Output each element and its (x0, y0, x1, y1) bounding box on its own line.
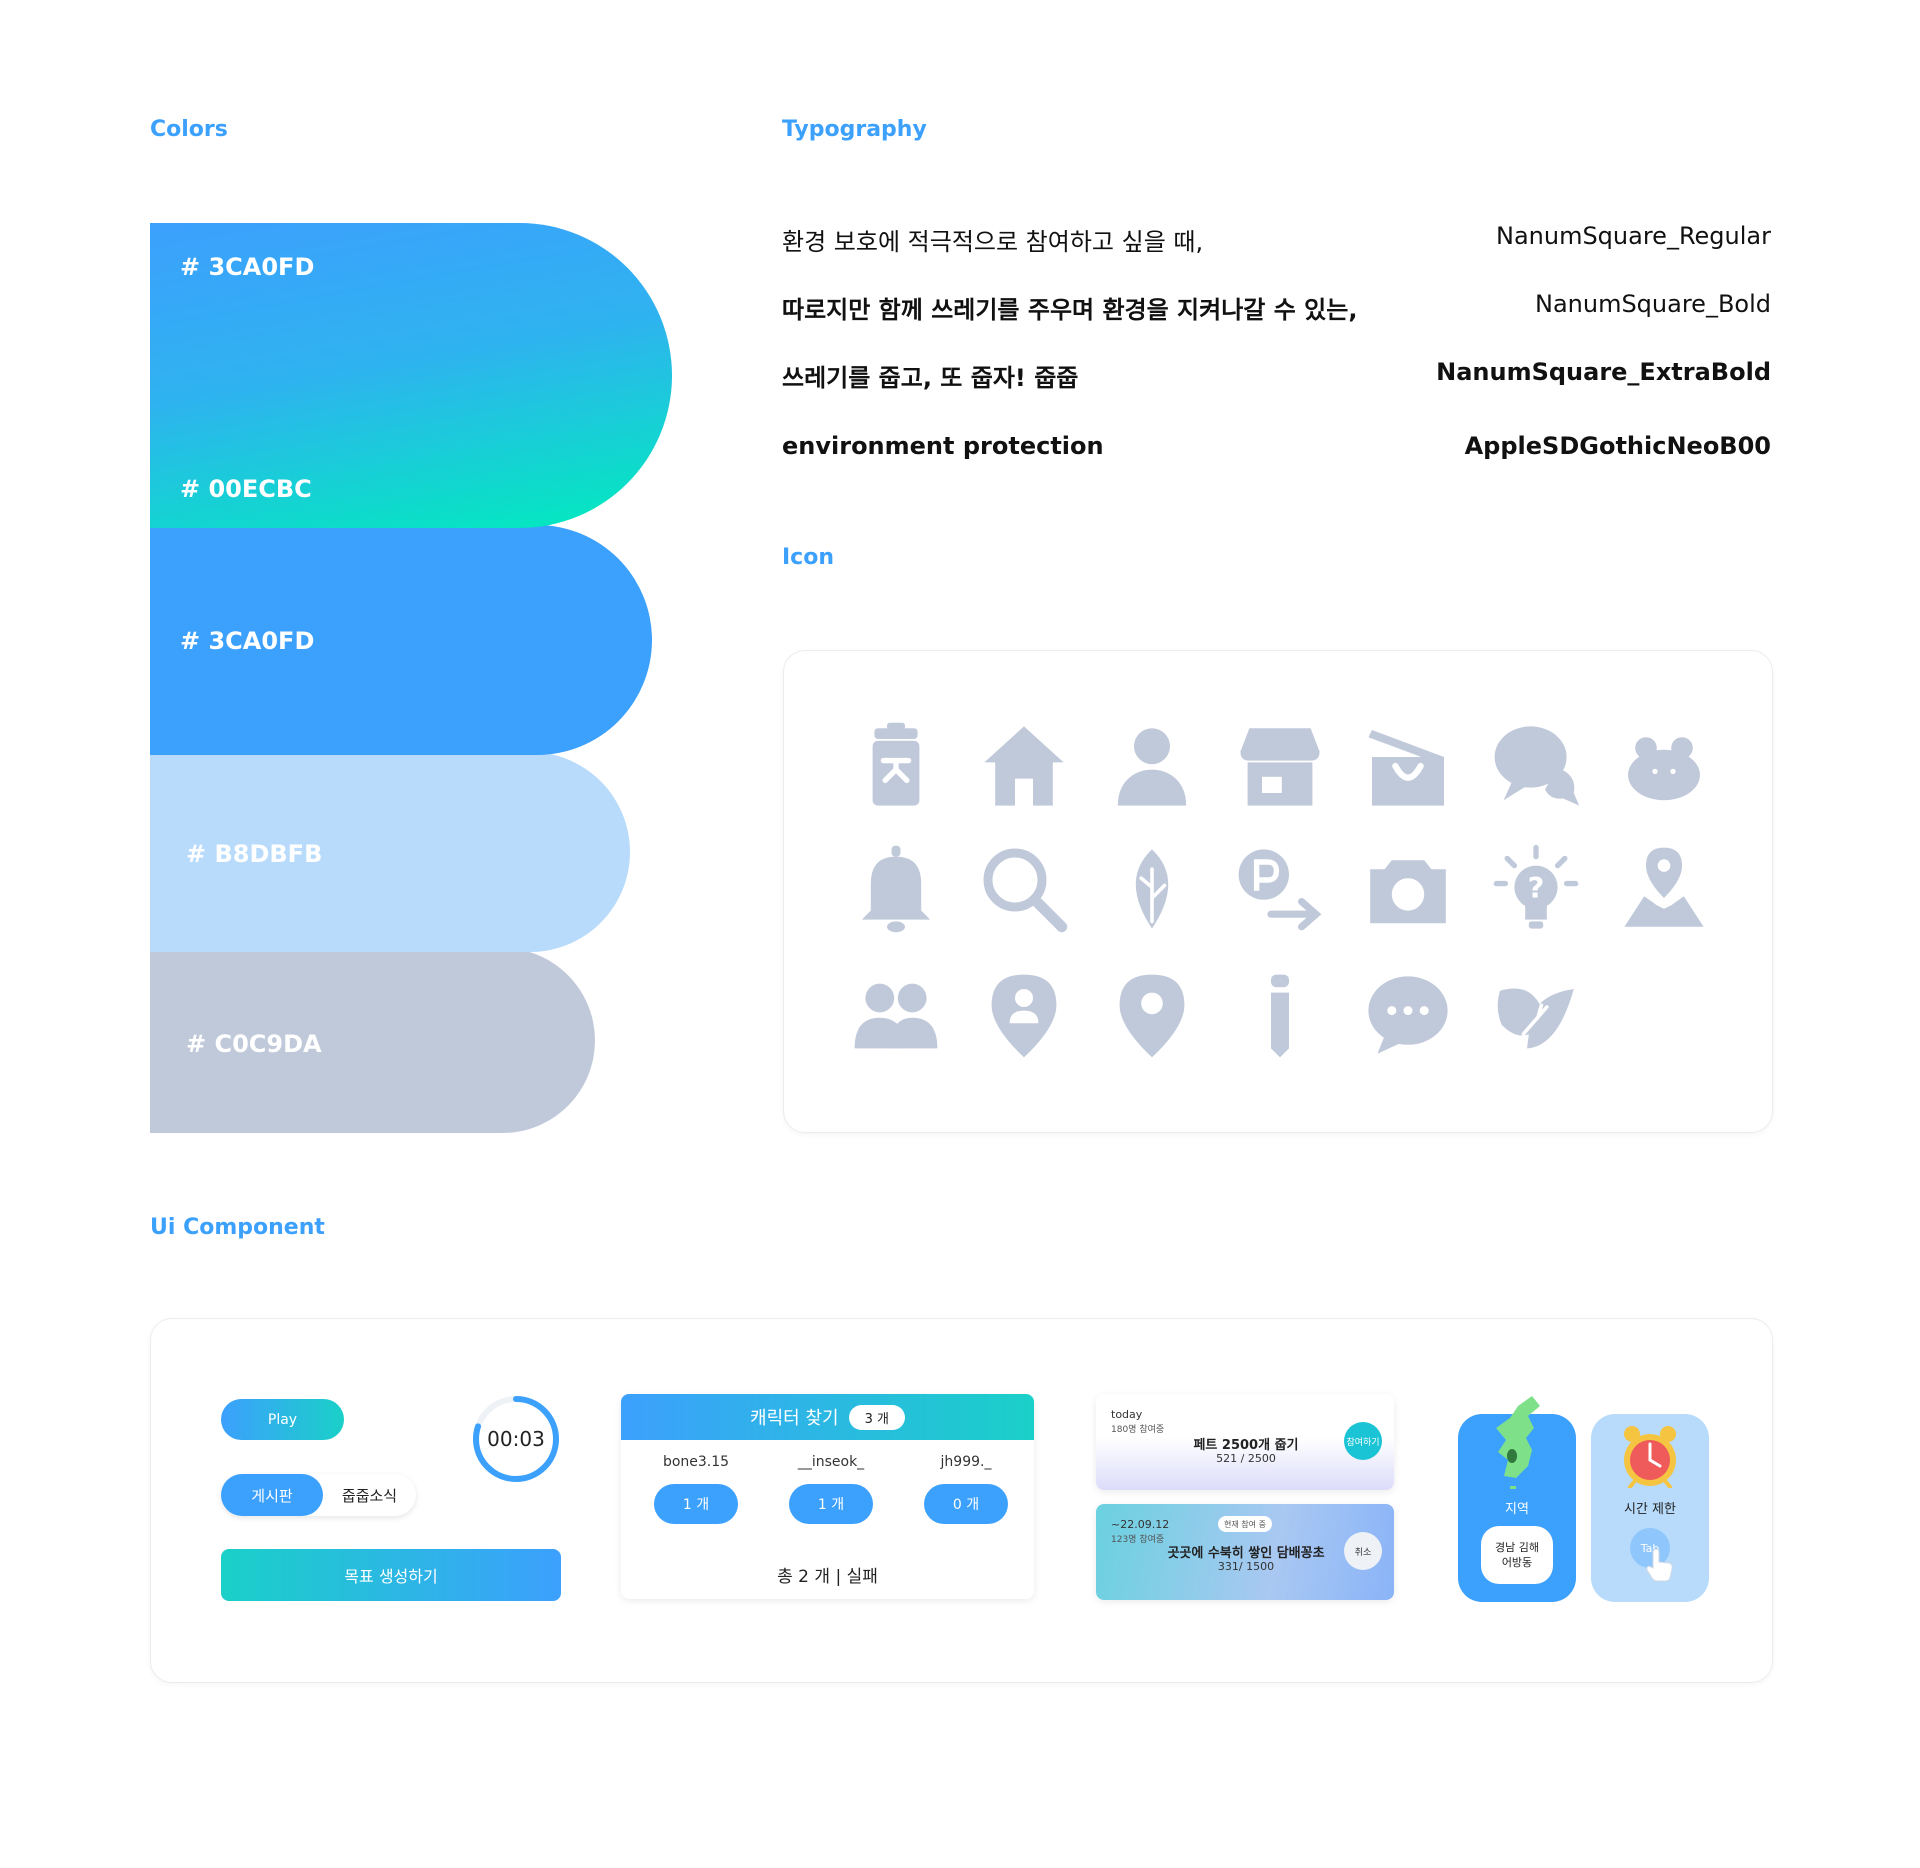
frog-icon (1614, 716, 1714, 816)
camera-icon (1358, 839, 1458, 939)
bell-icon (846, 839, 946, 939)
character-count-button[interactable]: 0 개 (924, 1484, 1008, 1524)
typo-sample-regular: 환경 보호에 적극적으로 참여하고 싶을 때, (782, 228, 1204, 256)
search-icon (974, 839, 1074, 939)
ui-component-title: Ui Component (150, 1215, 325, 1240)
user-icon (1102, 716, 1202, 816)
challenge-label: today (1111, 1408, 1143, 1421)
store-icon (1230, 716, 1330, 816)
segment-news[interactable]: 줍줍소식 (323, 1474, 416, 1516)
character-total: 총 2 개 | 실패 (777, 1567, 878, 1587)
home-icon (974, 716, 1074, 816)
region-dong: 어방동 (1501, 1556, 1533, 1569)
swatch-hex-primary: # 3CA0FD (180, 253, 315, 281)
challenge-card-ongoing[interactable]: ~22.09.12 123명 참여중 현재 참여 중 곳곳에 수북히 쌓인 담배… (1096, 1504, 1394, 1600)
info-icon (1230, 966, 1330, 1066)
color-swatch-primary: # 3CA0FD (150, 525, 652, 755)
challenge-progress: 331/ 1500 (1217, 1560, 1275, 1573)
character-column: jh999._ 0 개 (911, 1454, 1021, 1524)
play-button[interactable]: Play (221, 1399, 344, 1440)
swatch-hex-light: # B8DBFB (186, 840, 323, 868)
character-find-card: 캐릭터 찾기 3 개 bone3.15 1 개 __inseok_ 1 개 jh… (621, 1394, 1034, 1599)
typo-font-english: AppleSDGothicNeoB00 (1464, 432, 1771, 460)
color-swatch-light: # B8DBFB (150, 752, 630, 952)
alarm-clock-icon (1624, 1426, 1676, 1488)
svg-text:?: ? (1528, 871, 1545, 905)
typo-sample-english: environment protection (782, 432, 1104, 460)
challenge-card-today[interactable]: today 180명 참여중 페트 2500개 줍기 521 / 2500 참여… (1096, 1394, 1394, 1490)
region-tile[interactable]: 지역 경남 김해 어방동 (1458, 1396, 1576, 1602)
character-column: bone3.15 1 개 (641, 1454, 751, 1524)
typography-title: Typography (782, 117, 927, 142)
segment-control[interactable]: 게시판 줍줍소식 (221, 1474, 416, 1516)
group-icon (846, 966, 946, 1066)
character-user-name: bone3.15 (662, 1454, 730, 1470)
leaf-icon (1102, 839, 1202, 939)
map-pin-icon (1614, 839, 1714, 939)
hand-pointer-icon (1646, 1548, 1673, 1582)
korea-map-icon (1496, 1396, 1540, 1489)
timer-text: 00:03 (487, 1427, 545, 1451)
character-count-button[interactable]: 1 개 (789, 1484, 873, 1524)
character-column: __inseok_ 1 개 (776, 1454, 886, 1524)
character-find-header: 캐릭터 찾기 3 개 (621, 1394, 1034, 1440)
typo-font-bold: NanumSquare_Bold (1534, 290, 1771, 318)
color-swatch-gradient: # 3CA0FD # 00ECBC (150, 223, 672, 528)
color-swatch-gray: # C0C9DA (150, 948, 595, 1133)
character-user-name: jh999._ (940, 1454, 992, 1470)
icon-card: ? (783, 650, 1773, 1133)
segment-board[interactable]: 게시판 (221, 1474, 323, 1516)
create-goal-button[interactable]: 목표 생성하기 (221, 1549, 561, 1601)
time-limit-tile[interactable]: 시간 제한 Tab (1591, 1414, 1709, 1602)
location-pin-icon (1102, 966, 1202, 1066)
point-arrow-icon (1230, 839, 1330, 939)
region-value: 경남 김해 어방동 (1481, 1526, 1553, 1584)
character-count-badge: 3 개 (848, 1404, 905, 1430)
challenge-title: 곳곳에 수북히 쌓인 담배꽁초 (1167, 1546, 1325, 1561)
icon-title: Icon (782, 545, 835, 570)
chat-dots-icon (1358, 966, 1458, 1066)
typo-sample-extrabold: 쓰레기를 줍고, 또 줍자! 줍줍 (782, 364, 1079, 392)
sprout-icon (1486, 966, 1586, 1066)
typo-font-extrabold: NanumSquare_ExtraBold (1436, 358, 1771, 386)
time-limit-label: 시간 제한 (1624, 1502, 1676, 1517)
swatch-hex-gray: # C0C9DA (186, 1030, 322, 1058)
character-find-title: 캐릭터 찾기 (750, 1408, 839, 1429)
cancel-button[interactable]: 취소 (1344, 1532, 1382, 1570)
colors-title: Colors (150, 117, 228, 142)
chat-bubbles-icon (1486, 716, 1586, 816)
challenge-label: ~22.09.12 (1111, 1518, 1170, 1531)
swatch-hex-primary-solid: # 3CA0FD (180, 627, 315, 655)
region-label: 지역 (1505, 1502, 1529, 1517)
trash-bin-icon (846, 716, 946, 816)
open-box-icon (1358, 716, 1458, 816)
challenge-title: 페트 2500개 줍기 (1193, 1438, 1299, 1453)
character-count-button[interactable]: 1 개 (654, 1484, 738, 1524)
typo-sample-bold: 따로지만 함께 쓰레기를 주우며 환경을 지켜나갈 수 있는, (782, 296, 1358, 324)
ui-component-card: Play 게시판 줍줍소식 목표 생성하기 00:03 캐릭터 찾기 3 개 b… (150, 1318, 1773, 1683)
character-user-name: __inseok_ (797, 1454, 865, 1470)
swatch-hex-secondary: # 00ECBC (180, 475, 312, 503)
typo-font-regular: NanumSquare_Regular (1495, 222, 1771, 250)
challenge-progress: 521 / 2500 (1216, 1452, 1276, 1465)
idea-bulb-icon: ? (1486, 839, 1586, 939)
participating-badge: 현재 참여 중 (1218, 1516, 1272, 1532)
user-location-icon (974, 966, 1074, 1066)
join-button[interactable]: 참여하기 (1344, 1422, 1382, 1460)
region-city: 경남 김해 (1495, 1540, 1539, 1554)
